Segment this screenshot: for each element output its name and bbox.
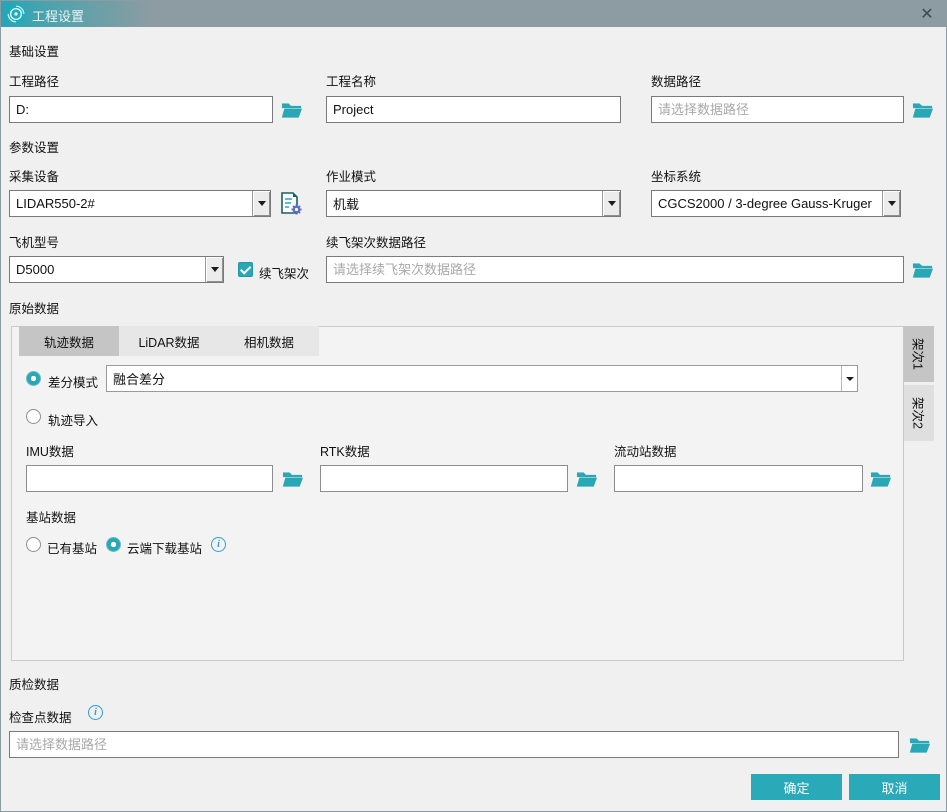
aircraft-select-arrow-icon[interactable] — [205, 257, 223, 282]
coord-system-select-value: CGCS2000 / 3-degree Gauss-Kruger — [652, 196, 882, 211]
existing-base-radio-label: 已有基站 — [47, 538, 97, 557]
diff-method-select[interactable]: 融合差分 — [106, 365, 858, 392]
app-logo-icon — [6, 4, 26, 24]
imu-data-input[interactable] — [26, 465, 273, 492]
checkpoint-browse-folder-icon[interactable] — [909, 735, 931, 755]
diff-mode-radio[interactable] — [26, 371, 41, 386]
titlebar[interactable]: 工程设置 ✕ — [1, 1, 946, 27]
data-path-label: 数据路径 — [651, 71, 701, 90]
device-select-arrow-icon[interactable] — [252, 191, 270, 216]
aircraft-label: 飞机型号 — [9, 232, 59, 251]
rover-data-browse-folder-icon[interactable] — [870, 469, 892, 489]
side-tab-sortie-1[interactable]: 架次1 — [904, 326, 934, 382]
window-title: 工程设置 — [32, 6, 84, 25]
aircraft-select[interactable]: D5000 — [9, 256, 224, 283]
work-mode-select[interactable]: 机载 — [326, 190, 621, 217]
checkpoint-info-icon[interactable]: i — [88, 705, 103, 720]
cloud-base-info-icon[interactable]: i — [211, 537, 226, 552]
device-select-value: LIDAR550-2# — [10, 196, 252, 211]
cloud-base-radio-label: 云端下载基站 — [127, 538, 202, 557]
rtk-data-browse-folder-icon[interactable] — [576, 469, 598, 489]
close-icon[interactable]: ✕ — [916, 4, 938, 24]
ok-button[interactable]: 确定 — [751, 774, 842, 800]
trajectory-import-radio-label: 轨迹导入 — [48, 410, 98, 429]
raw-section-label: 原始数据 — [9, 298, 59, 317]
diff-method-select-value: 融合差分 — [107, 369, 841, 388]
basic-section-label: 基础设置 — [9, 41, 59, 60]
resume-path-browse-folder-icon[interactable] — [912, 260, 934, 280]
checkpoint-label: 检查点数据 — [9, 707, 72, 726]
device-select[interactable]: LIDAR550-2# — [9, 190, 271, 217]
rover-data-label: 流动站数据 — [614, 441, 677, 460]
rtk-data-input[interactable] — [320, 465, 568, 492]
resume-path-input[interactable] — [326, 256, 904, 283]
project-settings-dialog: 工程设置 ✕ 基础设置 工程路径 工程名称 数据路径 参数设置 采集设备 LID… — [0, 0, 947, 812]
project-name-label: 工程名称 — [326, 71, 376, 90]
data-path-browse-folder-icon[interactable] — [912, 100, 934, 120]
tab-camera-data[interactable]: 相机数据 — [219, 326, 319, 356]
device-config-icon[interactable] — [278, 191, 303, 216]
project-name-input[interactable] — [326, 96, 621, 123]
rtk-data-label: RTK数据 — [320, 441, 370, 460]
cancel-button[interactable]: 取消 — [849, 774, 940, 800]
project-path-browse-folder-icon[interactable] — [281, 100, 303, 120]
rover-data-input[interactable] — [614, 465, 863, 492]
imu-data-label: IMU数据 — [26, 441, 74, 460]
qc-section-label: 质检数据 — [9, 674, 59, 693]
cloud-base-radio[interactable] — [106, 537, 121, 552]
work-mode-select-value: 机载 — [327, 194, 602, 213]
resume-flight-checkbox-label: 续飞架次 — [259, 263, 309, 282]
work-mode-label: 作业模式 — [326, 166, 376, 185]
project-path-input[interactable] — [9, 96, 273, 123]
resume-flight-checkbox[interactable] — [238, 262, 253, 277]
data-path-input[interactable] — [651, 96, 904, 123]
diff-method-select-arrow-icon[interactable] — [841, 366, 857, 391]
side-tab-sortie-2-label: 架次2 — [910, 397, 929, 429]
device-label: 采集设备 — [9, 166, 59, 185]
base-station-label: 基站数据 — [26, 507, 76, 526]
coord-system-select[interactable]: CGCS2000 / 3-degree Gauss-Kruger — [651, 190, 901, 217]
coord-system-select-arrow-icon[interactable] — [882, 191, 900, 216]
params-section-label: 参数设置 — [9, 137, 59, 156]
project-path-label: 工程路径 — [9, 71, 59, 90]
side-tab-sortie-1-label: 架次1 — [910, 338, 929, 370]
checkpoint-input[interactable] — [9, 731, 899, 758]
resume-path-label: 续飞架次数据路径 — [326, 232, 426, 251]
diff-mode-radio-label: 差分模式 — [48, 372, 98, 391]
tab-lidar-data[interactable]: LiDAR数据 — [119, 326, 219, 356]
work-mode-select-arrow-icon[interactable] — [602, 191, 620, 216]
trajectory-import-radio[interactable] — [26, 409, 41, 424]
imu-data-browse-folder-icon[interactable] — [282, 469, 304, 489]
coord-system-label: 坐标系统 — [651, 166, 701, 185]
existing-base-radio[interactable] — [26, 537, 41, 552]
aircraft-select-value: D5000 — [10, 262, 205, 277]
tab-trajectory-data[interactable]: 轨迹数据 — [19, 326, 119, 356]
side-tab-sortie-2[interactable]: 架次2 — [904, 385, 934, 441]
